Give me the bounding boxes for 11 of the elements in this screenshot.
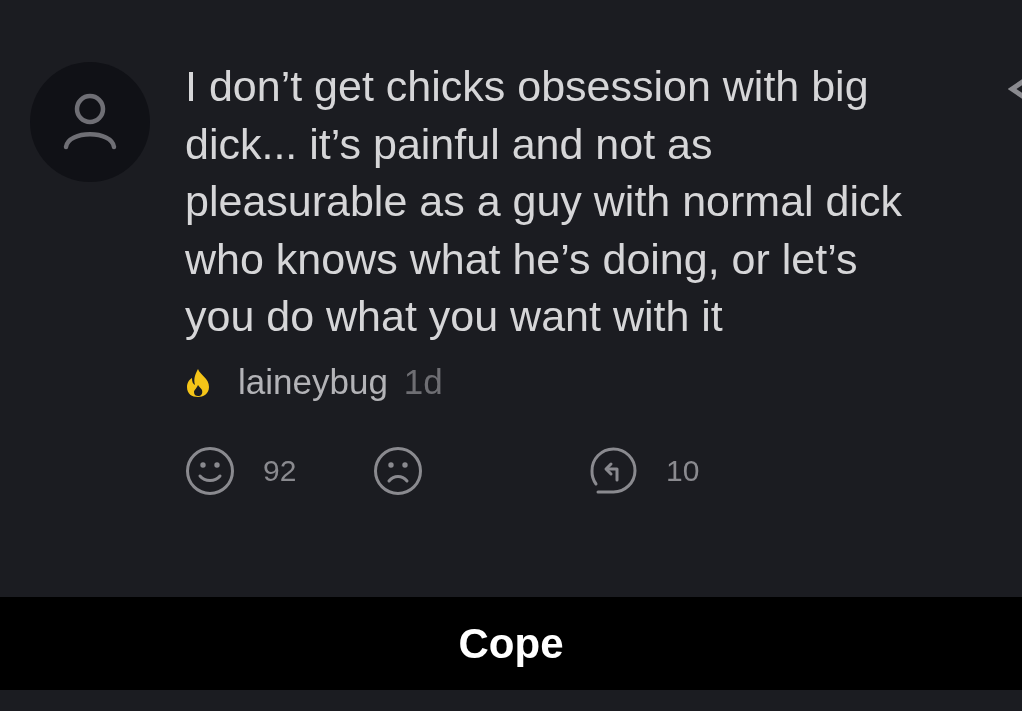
vote-count: 92 (263, 453, 298, 489)
flame-icon (185, 367, 211, 398)
reply-count: 10 (666, 453, 701, 489)
username[interactable]: laineybug (238, 356, 388, 409)
post-age: 1d (403, 361, 443, 404)
frown-icon[interactable] (373, 445, 423, 496)
post-text: I don’t get chicks obsession with big dick... it’s painful and not as pleasurable as a guy with normal dick who knows what he’s doing, or let’s you do what you want with it (185, 61, 904, 342)
reply-icon[interactable] (588, 445, 638, 496)
caption: Cope (458, 619, 564, 669)
smile-icon[interactable] (185, 445, 235, 496)
share-icon[interactable] (1008, 78, 1022, 100)
